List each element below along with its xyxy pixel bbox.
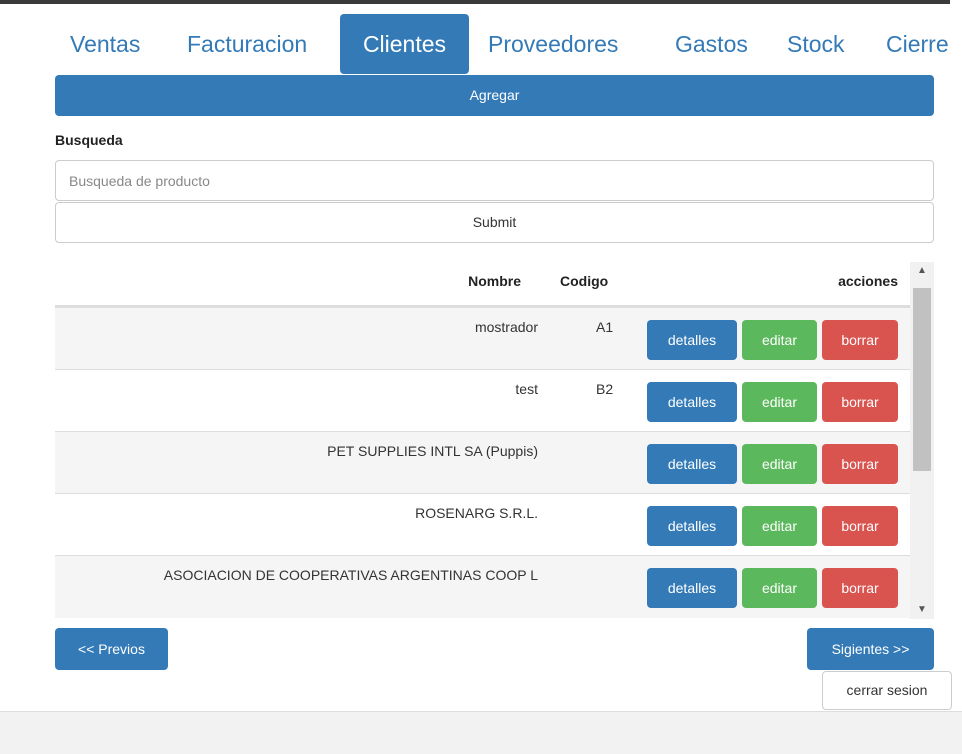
tab-ventas[interactable]: Ventas	[70, 14, 140, 74]
next-page-button[interactable]: Sigientes >>	[807, 628, 934, 670]
table-row: test B2 detalles editar borrar	[55, 369, 910, 432]
delete-button[interactable]: borrar	[822, 506, 898, 546]
table-row: ASOCIACION DE COOPERATIVAS ARGENTINAS CO…	[55, 555, 910, 618]
details-button[interactable]: detalles	[647, 506, 737, 546]
tab-gastos[interactable]: Gastos	[675, 14, 748, 74]
table-scrollbar[interactable]: ▲ ▼	[910, 262, 934, 619]
cell-codigo: A1	[596, 319, 614, 335]
tab-proveedores[interactable]: Proveedores	[488, 14, 618, 74]
cell-nombre: ROSENARG S.R.L.	[415, 505, 538, 521]
scroll-down-arrow-icon[interactable]: ▼	[910, 601, 934, 619]
clients-table: Nombre Codigo acciones mostrador A1 deta…	[55, 262, 934, 619]
delete-button[interactable]: borrar	[822, 320, 898, 360]
cell-nombre: test	[515, 381, 538, 397]
scrollbar-thumb[interactable]	[913, 288, 931, 471]
edit-button[interactable]: editar	[742, 444, 817, 484]
header-codigo: Codigo	[560, 273, 609, 289]
cell-codigo: B2	[596, 381, 614, 397]
tab-cierre[interactable]: Cierre	[886, 14, 949, 74]
delete-button[interactable]: borrar	[822, 382, 898, 422]
tab-clientes[interactable]: Clientes	[340, 14, 469, 74]
details-button[interactable]: detalles	[647, 320, 737, 360]
details-button[interactable]: detalles	[647, 382, 737, 422]
details-button[interactable]: detalles	[647, 444, 737, 484]
add-button[interactable]: Agregar	[55, 75, 934, 116]
edit-button[interactable]: editar	[742, 568, 817, 608]
table-row: mostrador A1 detalles editar borrar	[55, 307, 910, 370]
cell-nombre: PET SUPPLIES INTL SA (Puppis)	[327, 443, 538, 459]
header-nombre: Nombre	[468, 273, 521, 289]
table-row: ROSENARG S.R.L. detalles editar borrar	[55, 493, 910, 556]
table-header: Nombre Codigo acciones	[55, 262, 910, 307]
edit-button[interactable]: editar	[742, 506, 817, 546]
delete-button[interactable]: borrar	[822, 568, 898, 608]
previous-page-button[interactable]: << Previos	[55, 628, 168, 670]
delete-button[interactable]: borrar	[822, 444, 898, 484]
edit-button[interactable]: editar	[742, 320, 817, 360]
submit-button[interactable]: Submit	[55, 202, 934, 243]
header-acciones: acciones	[838, 273, 898, 289]
cell-nombre: mostrador	[474, 319, 538, 335]
scroll-up-arrow-icon[interactable]: ▲	[910, 262, 934, 280]
top-border	[0, 0, 950, 4]
tab-facturacion[interactable]: Facturacion	[187, 14, 307, 74]
main-nav: Ventas Facturacion Clientes Proveedores …	[55, 14, 962, 74]
search-input[interactable]	[55, 160, 934, 201]
edit-button[interactable]: editar	[742, 382, 817, 422]
tab-stock[interactable]: Stock	[787, 14, 845, 74]
search-label: Busqueda	[55, 132, 123, 148]
footer	[0, 711, 962, 754]
table-row: PET SUPPLIES INTL SA (Puppis) detalles e…	[55, 431, 910, 494]
details-button[interactable]: detalles	[647, 568, 737, 608]
logout-button[interactable]: cerrar sesion	[822, 671, 952, 710]
cell-nombre: ASOCIACION DE COOPERATIVAS ARGENTINAS CO…	[163, 567, 538, 583]
